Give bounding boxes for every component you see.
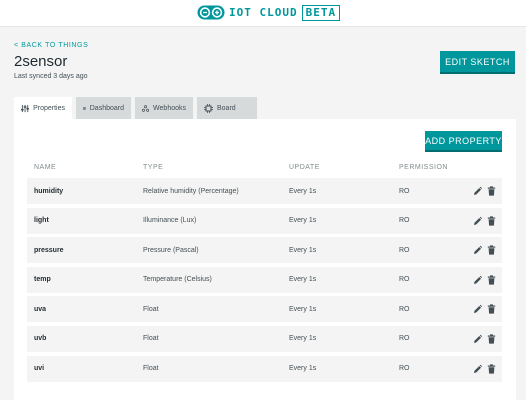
property-permission: RO (399, 217, 410, 225)
property-type: Float (143, 305, 159, 313)
table-row[interactable]: temp Temperature (Celsius) Every 1s RO (27, 266, 502, 293)
row-actions (473, 215, 496, 226)
thing-page: < BACK TO THINGS 2sensor Last synced 3 d… (0, 26, 526, 400)
delete-trash-icon[interactable] (487, 304, 496, 314)
property-update: Every 1s (289, 305, 317, 313)
add-property-button[interactable]: ADD PROPERTY (425, 131, 502, 152)
tab-board-label: Board (217, 104, 236, 112)
property-type: Pressure (Pascal) (143, 246, 199, 254)
edit-pencil-icon[interactable] (473, 216, 482, 226)
tab-webhooks-label: Webhooks (153, 104, 186, 112)
property-type: Float (143, 335, 159, 343)
dashboard-grid-icon (83, 106, 86, 110)
tab-dashboard[interactable]: Dashboard (76, 97, 131, 119)
properties-panel: ADD PROPERTY NAME TYPE UPDATE PERMISSION… (14, 119, 516, 400)
property-type: Illuminance (Lux) (143, 217, 197, 225)
tab-dashboard-label: Dashboard (89, 104, 124, 112)
property-permission: RO (399, 187, 410, 195)
table-header: NAME TYPE UPDATE PERMISSION (27, 156, 502, 178)
property-name: uvi (34, 365, 45, 373)
property-name: light (34, 217, 49, 225)
tab-properties[interactable]: Properties (14, 97, 72, 119)
edit-pencil-icon[interactable] (473, 304, 482, 314)
tab-properties-label: Properties (33, 104, 65, 112)
property-permission: RO (399, 305, 410, 313)
property-update: Every 1s (289, 187, 317, 195)
property-name: uva (34, 305, 47, 313)
property-update: Every 1s (289, 335, 317, 343)
column-header-type: TYPE (143, 163, 164, 171)
delete-trash-icon[interactable] (487, 245, 496, 255)
property-permission: RO (399, 246, 410, 254)
page-title: 2sensor (14, 53, 68, 70)
property-name: uvb (34, 335, 47, 343)
table-row[interactable]: light Illuminance (Lux) Every 1s RO (27, 207, 502, 234)
chip-icon (204, 103, 213, 113)
column-header-permission: PERMISSION (399, 163, 448, 171)
table-row[interactable]: humidity Relative humidity (Percentage) … (27, 178, 502, 204)
delete-trash-icon[interactable] (487, 215, 496, 226)
delete-trash-icon[interactable] (487, 334, 496, 344)
row-actions (473, 186, 496, 196)
row-actions (473, 275, 496, 285)
arduino-logo-icon (197, 5, 225, 20)
tab-board[interactable]: Board (197, 97, 257, 119)
table-row[interactable]: uvi Float Every 1s RO (27, 355, 502, 382)
back-to-things-link[interactable]: < BACK TO THINGS (14, 42, 88, 49)
row-actions (473, 334, 496, 344)
property-name: humidity (34, 187, 64, 195)
properties-table: NAME TYPE UPDATE PERMISSION humidity Rel… (27, 156, 502, 385)
table-row[interactable]: uvb Float Every 1s RO (27, 325, 502, 352)
row-actions (473, 304, 496, 314)
property-type: Relative humidity (Percentage) (143, 187, 239, 195)
tab-bar: Properties Dashboard Webhooks Board (14, 97, 257, 119)
edit-sketch-button[interactable]: EDIT SKETCH (440, 51, 515, 74)
property-permission: RO (399, 335, 410, 343)
row-actions (473, 363, 496, 374)
beta-badge: BETA (301, 4, 341, 21)
property-update: Every 1s (289, 246, 317, 254)
sliders-icon (21, 104, 30, 112)
last-synced-text: Last synced 3 days ago (14, 73, 88, 80)
edit-pencil-icon[interactable] (473, 364, 482, 374)
property-update: Every 1s (289, 217, 317, 225)
edit-pencil-icon[interactable] (473, 275, 482, 285)
table-row[interactable]: uva Float Every 1s RO (27, 296, 502, 323)
top-header: IOT CLOUD BETA (0, 0, 526, 26)
edit-pencil-icon[interactable] (473, 186, 482, 196)
property-name: pressure (34, 246, 64, 254)
brand-text: IOT CLOUD (229, 6, 298, 19)
delete-trash-icon[interactable] (487, 363, 496, 374)
property-update: Every 1s (289, 276, 317, 284)
table-row[interactable]: pressure Pressure (Pascal) Every 1s RO (27, 237, 502, 264)
property-update: Every 1s (289, 365, 317, 373)
edit-pencil-icon[interactable] (473, 334, 482, 344)
column-header-name: NAME (34, 163, 57, 171)
edit-pencil-icon[interactable] (473, 245, 482, 255)
delete-trash-icon[interactable] (487, 275, 496, 285)
property-permission: RO (399, 276, 410, 284)
webhooks-icon (142, 104, 150, 112)
property-type: Temperature (Celsius) (143, 276, 212, 284)
column-header-update: UPDATE (289, 163, 320, 171)
brand[interactable]: IOT CLOUD BETA (197, 4, 341, 21)
property-name: temp (34, 276, 51, 284)
property-permission: RO (399, 365, 410, 373)
property-type: Float (143, 365, 159, 373)
delete-trash-icon[interactable] (487, 186, 496, 196)
row-actions (473, 245, 496, 255)
tab-webhooks[interactable]: Webhooks (135, 97, 193, 119)
